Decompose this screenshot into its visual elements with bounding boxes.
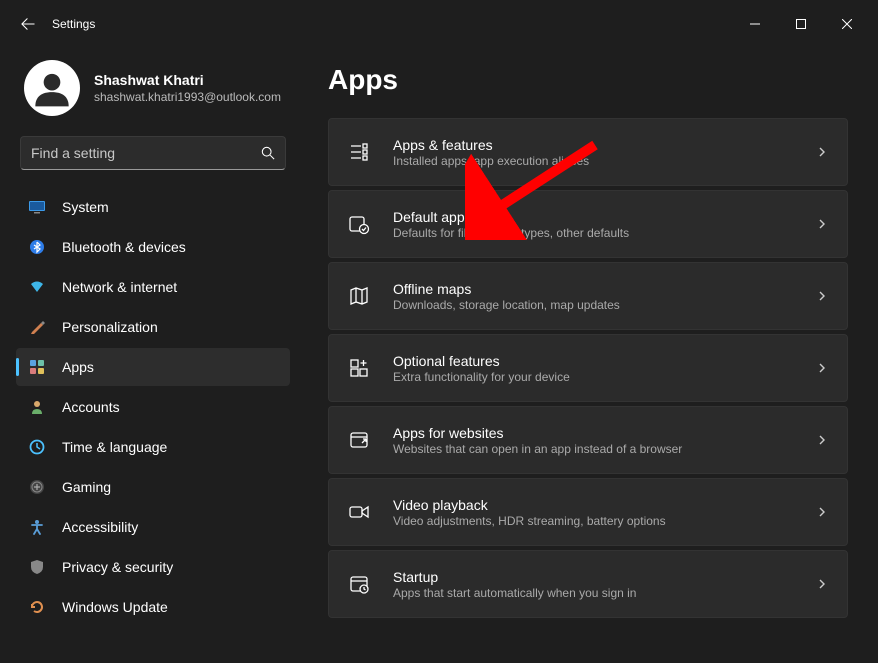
accessibility-icon <box>28 518 46 536</box>
nav-label: Privacy & security <box>62 559 173 575</box>
sidebar-item-system[interactable]: System <box>16 188 290 226</box>
nav-label: Personalization <box>62 319 158 335</box>
maps-icon <box>347 284 371 308</box>
sidebar-item-apps[interactable]: Apps <box>16 348 290 386</box>
gaming-icon <box>28 478 46 496</box>
card-apps-features[interactable]: Apps & features Installed apps, app exec… <box>328 118 848 186</box>
card-video-playback[interactable]: Video playback Video adjustments, HDR st… <box>328 478 848 546</box>
user-profile[interactable]: Shashwat Khatri shashwat.khatri1993@outl… <box>16 48 290 136</box>
video-icon <box>347 500 371 524</box>
card-title: Apps for websites <box>393 425 815 441</box>
back-arrow-icon <box>21 17 35 31</box>
shield-icon <box>28 558 46 576</box>
card-startup[interactable]: Startup Apps that start automatically wh… <box>328 550 848 618</box>
sidebar-item-accessibility[interactable]: Accessibility <box>16 508 290 546</box>
page-title: Apps <box>328 64 848 96</box>
optional-features-icon <box>347 356 371 380</box>
card-desc: Extra functionality for your device <box>393 370 815 384</box>
card-title: Video playback <box>393 497 815 513</box>
card-title: Apps & features <box>393 137 815 153</box>
sidebar: Shashwat Khatri shashwat.khatri1993@outl… <box>0 48 298 663</box>
back-button[interactable] <box>8 4 48 44</box>
card-title: Offline maps <box>393 281 815 297</box>
card-offline-maps[interactable]: Offline maps Downloads, storage location… <box>328 262 848 330</box>
card-apps-websites[interactable]: Apps for websites Websites that can open… <box>328 406 848 474</box>
nav-label: Time & language <box>62 439 167 455</box>
search-box[interactable] <box>20 136 286 170</box>
nav-label: Accessibility <box>62 519 138 535</box>
sidebar-item-bluetooth[interactable]: Bluetooth & devices <box>16 228 290 266</box>
chevron-right-icon <box>815 361 829 375</box>
nav-label: Apps <box>62 359 94 375</box>
default-apps-icon <box>347 212 371 236</box>
titlebar: Settings <box>0 0 878 48</box>
card-desc: Installed apps, app execution aliases <box>393 154 815 168</box>
apps-icon <box>28 358 46 376</box>
network-icon <box>28 278 46 296</box>
chevron-right-icon <box>815 145 829 159</box>
accounts-icon <box>28 398 46 416</box>
minimize-icon <box>750 19 760 29</box>
card-title: Default apps <box>393 209 815 225</box>
chevron-right-icon <box>815 217 829 231</box>
card-desc: Websites that can open in an app instead… <box>393 442 815 456</box>
nav-label: Accounts <box>62 399 120 415</box>
update-icon <box>28 598 46 616</box>
bluetooth-icon <box>28 238 46 256</box>
avatar-icon <box>32 68 72 108</box>
chevron-right-icon <box>815 577 829 591</box>
sidebar-item-accounts[interactable]: Accounts <box>16 388 290 426</box>
nav-label: Network & internet <box>62 279 177 295</box>
sidebar-item-privacy[interactable]: Privacy & security <box>16 548 290 586</box>
card-desc: Video adjustments, HDR streaming, batter… <box>393 514 815 528</box>
apps-features-icon <box>347 140 371 164</box>
chevron-right-icon <box>815 505 829 519</box>
chevron-right-icon <box>815 433 829 447</box>
nav-label: System <box>62 199 109 215</box>
content: Apps Apps & features Installed apps, app… <box>298 48 878 663</box>
card-desc: Downloads, storage location, map updates <box>393 298 815 312</box>
user-email: shashwat.khatri1993@outlook.com <box>94 90 281 104</box>
startup-icon <box>347 572 371 596</box>
user-name: Shashwat Khatri <box>94 72 281 88</box>
avatar <box>24 60 80 116</box>
websites-icon <box>347 428 371 452</box>
clock-icon <box>28 438 46 456</box>
card-optional-features[interactable]: Optional features Extra functionality fo… <box>328 334 848 402</box>
sidebar-item-update[interactable]: Windows Update <box>16 588 290 626</box>
card-title: Optional features <box>393 353 815 369</box>
close-button[interactable] <box>824 8 870 40</box>
search-input[interactable] <box>31 145 261 161</box>
nav-label: Windows Update <box>62 599 168 615</box>
minimize-button[interactable] <box>732 8 778 40</box>
chevron-right-icon <box>815 289 829 303</box>
sidebar-item-personalization[interactable]: Personalization <box>16 308 290 346</box>
card-desc: Defaults for file and link types, other … <box>393 226 815 240</box>
nav-label: Gaming <box>62 479 111 495</box>
nav-list: System Bluetooth & devices Network & int… <box>16 188 290 626</box>
sidebar-item-network[interactable]: Network & internet <box>16 268 290 306</box>
maximize-icon <box>796 19 806 29</box>
personalization-icon <box>28 318 46 336</box>
card-desc: Apps that start automatically when you s… <box>393 586 815 600</box>
card-title: Startup <box>393 569 815 585</box>
card-default-apps[interactable]: Default apps Defaults for file and link … <box>328 190 848 258</box>
close-icon <box>842 19 852 29</box>
maximize-button[interactable] <box>778 8 824 40</box>
nav-label: Bluetooth & devices <box>62 239 186 255</box>
window-controls <box>732 8 870 40</box>
window-title: Settings <box>52 17 95 31</box>
search-icon <box>261 146 275 160</box>
system-icon <box>28 198 46 216</box>
sidebar-item-time[interactable]: Time & language <box>16 428 290 466</box>
sidebar-item-gaming[interactable]: Gaming <box>16 468 290 506</box>
